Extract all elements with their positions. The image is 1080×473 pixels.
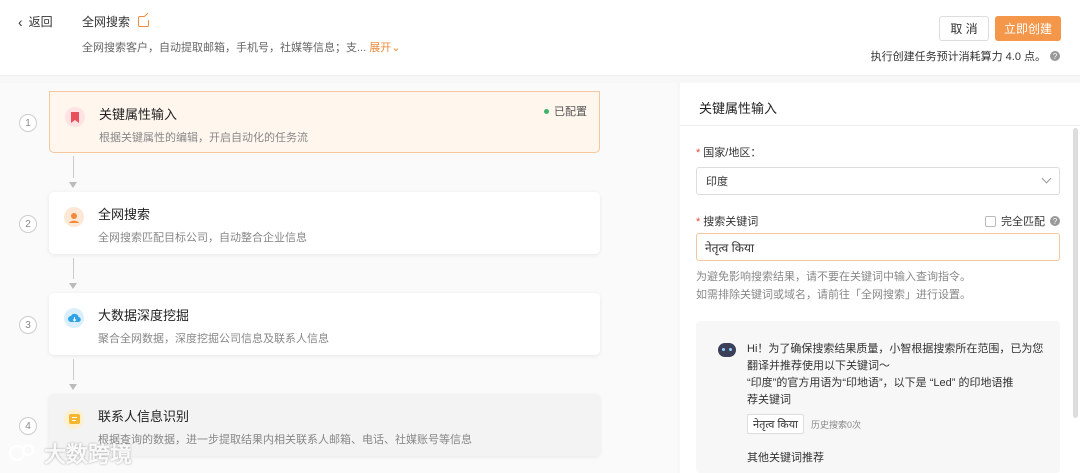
- watermark-logo: 大数跨境: [8, 437, 132, 469]
- exact-match-checkbox[interactable]: [985, 215, 996, 227]
- other-keywords-heading: 其他关键词推荐: [747, 452, 824, 464]
- workflow-steps: 1 关键属性输入 根据关键属性的编辑，开启自动化的任务流 已配置 2 全网搜索 …: [0, 83, 677, 473]
- step-desc: 全网搜索匹配目标公司，自动整合企业信息: [98, 232, 307, 244]
- status-badge-label: 已配置: [554, 106, 587, 118]
- help-icon[interactable]: ?: [1050, 51, 1060, 61]
- expand-label: 展开: [369, 42, 392, 54]
- back-button[interactable]: ‹ 返回: [18, 13, 53, 30]
- task-desc-text: 全网搜索客户，自动提取邮箱，手机号，社媒等信息；支...: [82, 42, 367, 54]
- step-desc: 根据查询的数据，进一步提取结果内相关联系人邮箱、电话、社媒账号等信息: [98, 434, 472, 446]
- divider: [680, 125, 1080, 126]
- scrollbar[interactable]: [1073, 128, 1078, 418]
- task-description: 全网搜索客户，自动提取邮箱，手机号，社媒等信息；支... 展开⌄: [82, 39, 400, 55]
- country-label-text: 国家/地区：: [703, 147, 762, 159]
- search-history-count: 历史搜索0次: [811, 419, 862, 430]
- required-marker: *: [696, 216, 701, 228]
- cloud-download-icon: [64, 308, 84, 328]
- required-marker: *: [696, 147, 701, 159]
- back-label: 返回: [28, 15, 53, 29]
- panel-title: 关键属性输入: [699, 101, 778, 116]
- keyword-label: * 搜索关键词: [696, 213, 758, 229]
- exact-match-label: 完全匹配: [1001, 216, 1045, 228]
- settings-panel: 关键属性输入 * 国家/地区： 印度 * 搜索关键词 完全匹配 ? नेतृत्व …: [680, 83, 1080, 473]
- ai-message-line: “印度”的官方用语为“印地语”，以下是 “Led” 的印地语推: [747, 377, 1014, 389]
- hint-line-2: 如需排除关键词或域名，请前往「全网搜索」进行设置。: [696, 289, 971, 301]
- ai-message-line: 荐关键词: [747, 394, 791, 406]
- expand-link[interactable]: 展开⌄: [369, 42, 400, 54]
- task-title: 全网搜索: [82, 15, 131, 29]
- task-title-group: 全网搜索: [82, 13, 150, 30]
- keyword-label-text: 搜索关键词: [703, 216, 759, 228]
- ai-message: Hi！为了确保搜索结果质量，小智根据搜索所在范围，已为您 翻译并推荐使用以下关键…: [747, 341, 1047, 409]
- step-number-1: 1: [19, 114, 37, 132]
- watermark-icon: [8, 443, 35, 462]
- step-desc: 根据关键属性的编辑，开启自动化的任务流: [99, 132, 308, 144]
- arrow-down-icon: [69, 384, 77, 390]
- ai-message-line: 翻译并推荐使用以下关键词～: [747, 360, 890, 372]
- step-title: 大数据深度挖掘: [98, 308, 190, 323]
- step-desc: 聚合全网数据，深度挖掘公司信息及联系人信息: [98, 333, 329, 345]
- bookmark-icon: [65, 107, 85, 127]
- arrow-down-icon: [69, 283, 77, 289]
- step-number-2: 2: [19, 215, 37, 233]
- step-card-data-mining[interactable]: 大数据深度挖掘 聚合全网数据，深度挖掘公司信息及联系人信息: [49, 293, 600, 355]
- country-value: 印度: [706, 176, 728, 188]
- search-person-icon: [64, 207, 84, 227]
- step-title: 关键属性输入: [99, 107, 178, 122]
- help-icon[interactable]: ?: [1050, 216, 1060, 226]
- step-title: 联系人信息识别: [98, 409, 190, 424]
- status-badge: 已配置: [544, 103, 587, 119]
- hint-line-1: 为避免影响搜索结果，请不要在关键词中输入查询指令。: [696, 271, 971, 283]
- recommended-keyword-row: नेतृत्व किया 历史搜索0次: [747, 414, 861, 434]
- cost-note-text: 执行创建任务预计消耗算力 4.0 点。: [870, 51, 1046, 63]
- ai-message-line: Hi！为了确保搜索结果质量，小智根据搜索所在范围，已为您: [747, 343, 1044, 355]
- recommended-keyword-tag[interactable]: नेतृत्व किया: [747, 414, 804, 434]
- step-number-4: 4: [19, 417, 37, 435]
- country-label: * 国家/地区：: [696, 144, 761, 160]
- step-title: 全网搜索: [98, 207, 151, 222]
- edit-icon[interactable]: [138, 16, 150, 27]
- cost-note: 执行创建任务预计消耗算力 4.0 点。 ?: [871, 48, 1060, 64]
- contact-card-icon: [64, 409, 84, 429]
- create-now-button[interactable]: 立即创建: [995, 16, 1061, 41]
- arrow-down-icon: [69, 182, 77, 188]
- status-dot-icon: [544, 108, 549, 114]
- ai-recommendation-box: Hi！为了确保搜索结果质量，小智根据搜索所在范围，已为您 翻译并推荐使用以下关键…: [696, 321, 1060, 473]
- connector-line: [73, 258, 74, 279]
- connector-line: [73, 156, 74, 178]
- connector-line: [73, 359, 74, 380]
- exact-match-option[interactable]: 完全匹配 ?: [985, 213, 1060, 229]
- keyword-input[interactable]: नेतृत्व किया: [696, 233, 1060, 261]
- bot-avatar-icon: [718, 343, 736, 357]
- watermark-text: 大数跨境: [44, 442, 133, 467]
- chevron-left-icon: ‹: [18, 13, 23, 30]
- cancel-button[interactable]: 取 消: [939, 16, 989, 41]
- chevron-down-icon: [1041, 173, 1052, 184]
- step-number-3: 3: [19, 316, 37, 334]
- step-card-key-attributes[interactable]: 关键属性输入 根据关键属性的编辑，开启自动化的任务流 已配置: [49, 91, 600, 153]
- country-select[interactable]: 印度: [696, 167, 1060, 195]
- top-bar: ‹ 返回 全网搜索 全网搜索客户，自动提取邮箱，手机号，社媒等信息；支... 展…: [0, 0, 1080, 76]
- step-card-web-search[interactable]: 全网搜索 全网搜索匹配目标公司，自动整合企业信息: [49, 192, 600, 254]
